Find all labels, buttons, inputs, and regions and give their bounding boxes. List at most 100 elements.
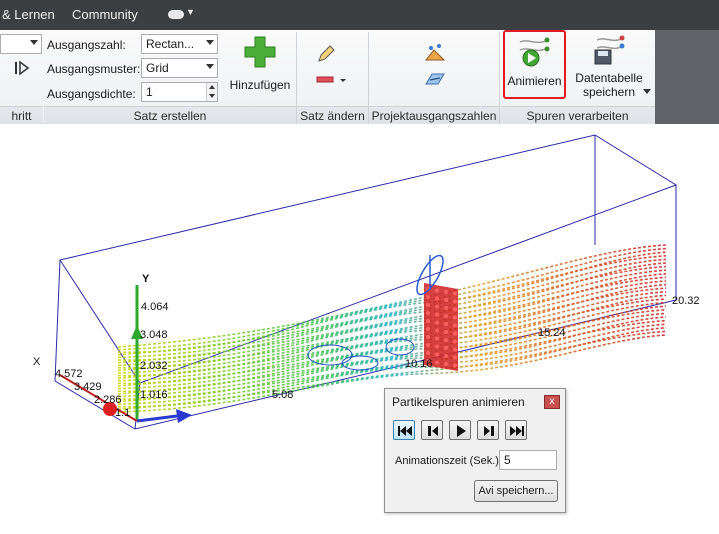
z-tick-3: 15.24 (538, 327, 566, 339)
ausgangsdichte-stepper[interactable]: 1 (141, 82, 218, 102)
particle-traces (117, 244, 667, 413)
seed-point (453, 299, 457, 304)
seed-point (435, 312, 439, 317)
hinzufuegen-label: Hinzufügen (229, 78, 291, 92)
animieren-button[interactable]: Animieren (503, 30, 566, 99)
seed-point (444, 306, 448, 310)
group-label-projektausgangszahlen: Projektausgangszahlen (369, 106, 499, 124)
seed-point (453, 331, 457, 336)
cloud-icon[interactable] (168, 10, 184, 19)
seed-point (426, 303, 430, 307)
animation-time-value: 5 (504, 453, 511, 467)
seed-point (444, 346, 448, 350)
seed-point (444, 338, 448, 342)
project-seed-icon[interactable] (424, 42, 446, 67)
z-tick-1: 5.08 (272, 389, 294, 401)
play-button[interactable] (449, 420, 471, 440)
step-forward-icon[interactable] (14, 60, 32, 79)
plus-icon (244, 36, 276, 68)
save-avi-button[interactable]: Avi speichern... (474, 480, 558, 502)
seed-point (426, 327, 430, 331)
seed-point (435, 344, 439, 349)
seed-point (453, 347, 457, 352)
remove-set-icon[interactable] (316, 74, 348, 89)
seed-point (444, 314, 448, 318)
particle-trace (117, 247, 667, 351)
ausgangsmuster-value: Grid (146, 61, 169, 75)
seed-point (435, 352, 439, 357)
hinzufuegen-button[interactable]: Hinzufügen (226, 33, 294, 103)
ausgangszahl-select[interactable]: Rectan... (141, 34, 218, 54)
z-tick-2: 10.16 (405, 358, 433, 370)
axis-y-label: Y (142, 273, 150, 285)
axis-x-label: X (33, 356, 41, 368)
pencil-icon[interactable] (316, 44, 336, 67)
dialog-title: Partikelspuren animieren (392, 395, 525, 409)
step-forward-button[interactable] (477, 420, 499, 440)
menu-item-community[interactable]: Community (72, 7, 138, 22)
seed-point (435, 336, 439, 341)
y-tick-2: 3.048 (140, 329, 168, 341)
y-tick-4: 1.016 (140, 389, 168, 401)
datentabelle-label-1: Datentabelle (575, 71, 643, 85)
cfd-viewport[interactable]: Y X 4.064 3.048 2.032 1.016 4.572 3.429 … (0, 125, 719, 534)
menu-bar: & Lernen Community ▼ (0, 0, 719, 30)
seed-point (435, 304, 439, 309)
x-tick-3: 2.286 (94, 394, 122, 406)
step-back-button[interactable] (421, 420, 443, 440)
fast-forward-icon (510, 426, 524, 436)
animation-time-label: Animationszeit (Sek.) (395, 455, 499, 467)
close-icon[interactable]: x (544, 395, 560, 409)
stepper-arrows[interactable] (206, 83, 217, 101)
group-label-spuren-verarbeiten: Spuren verarbeiten (500, 106, 655, 124)
chevron-down-icon[interactable] (643, 84, 651, 98)
seed-point (453, 315, 457, 320)
ausgangsmuster-label: Ausgangsmuster: (47, 62, 141, 76)
seed-point (426, 335, 430, 339)
seed-point (426, 343, 430, 347)
seed-point (444, 354, 448, 358)
seed-point (444, 362, 448, 366)
animate-traces-dialog: Partikelspuren animieren x Animationszei… (384, 388, 566, 513)
seed-point (435, 288, 439, 293)
seed-point (426, 351, 430, 355)
save-datatable-icon (594, 35, 625, 65)
ausgangsdichte-label: Ausgangsdichte: (47, 87, 136, 101)
seed-point (453, 291, 457, 296)
rewind-start-icon (398, 426, 412, 436)
datentabelle-label-2: speichern (582, 85, 636, 99)
ribbon: Ausgangszahl: Rectan... Ausgangsmuster: … (0, 30, 719, 124)
seed-point (435, 360, 439, 365)
animieren-label: Animieren (507, 74, 562, 88)
animation-time-input[interactable]: 5 (499, 450, 557, 470)
seed-point (453, 339, 457, 344)
menu-item-lernen[interactable]: & Lernen (2, 7, 55, 22)
chevron-down-icon (206, 64, 214, 69)
ausgangszahl-value: Rectan... (146, 37, 195, 51)
datentabelle-speichern-button[interactable]: Datentabelle speichern (570, 33, 648, 103)
z-tick-4: 20.32 (672, 295, 700, 307)
ribbon-empty-area (655, 30, 719, 124)
step-back-icon (428, 426, 438, 436)
fast-forward-button[interactable] (505, 420, 527, 440)
recirculation-loop (307, 344, 353, 366)
x-tick-1: 4.572 (55, 368, 83, 380)
group-label-satz-erstellen: Satz erstellen (44, 106, 296, 124)
seed-point (444, 298, 448, 302)
y-tick-3: 2.032 (140, 360, 168, 372)
seed-point (444, 322, 448, 326)
seed-point (435, 320, 439, 325)
flow-scene (54, 134, 678, 430)
chevron-down-icon (206, 40, 214, 45)
seed-point (435, 296, 439, 301)
chevron-down-icon (30, 40, 38, 45)
group-label-satz-aendern: Satz ändern (297, 106, 368, 124)
ausgangsmuster-select[interactable]: Grid (141, 58, 218, 78)
chevron-down-icon[interactable]: ▼ (186, 7, 195, 17)
play-icon (457, 425, 466, 437)
step-dropdown[interactable] (0, 34, 42, 54)
rewind-start-button[interactable] (393, 420, 415, 440)
project-plane-icon[interactable] (424, 70, 446, 91)
ausgangsdichte-value: 1 (146, 85, 153, 99)
seed-point (453, 307, 457, 312)
